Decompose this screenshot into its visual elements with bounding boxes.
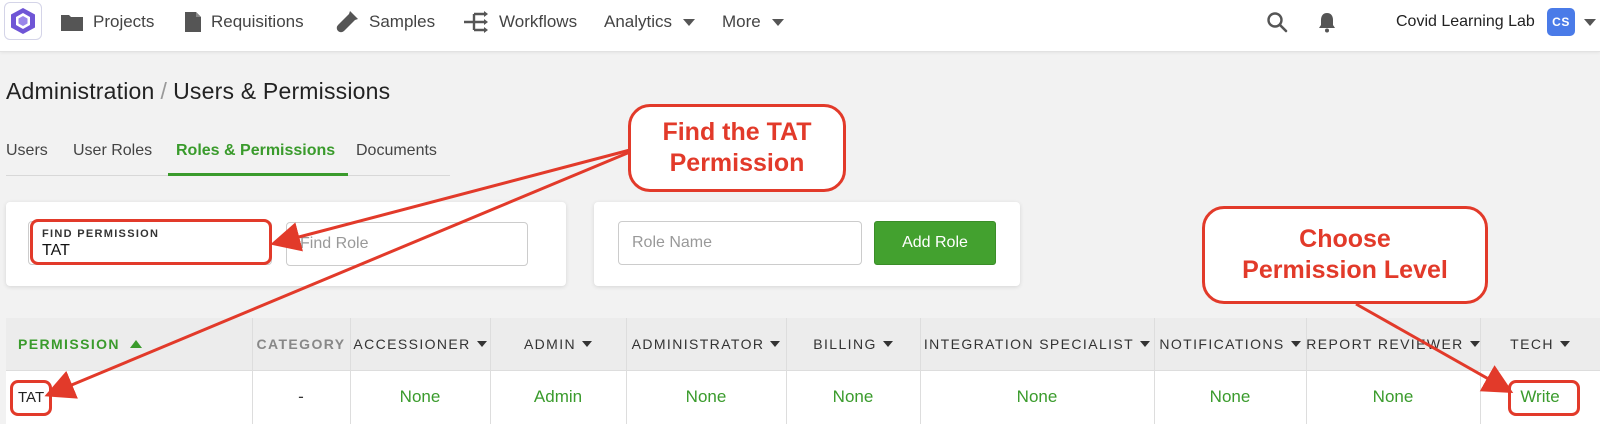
column-header-accessioner[interactable]: ACCESSIONER — [350, 318, 490, 370]
caret-down-icon — [771, 18, 784, 26]
nav-samples-label: Samples — [369, 12, 436, 31]
caret-down-icon — [882, 341, 893, 347]
caret-down-icon — [1290, 341, 1301, 347]
column-header-accessioner-label: ACCESSIONER — [353, 336, 471, 352]
workflow-icon — [464, 11, 488, 33]
column-header-integration-specialist[interactable]: INTEGRATION SPECIALIST — [920, 318, 1154, 370]
hexagon-logo-icon — [11, 8, 35, 34]
callout-find-tat-line1: Find the TAT — [662, 118, 812, 146]
nav-more-label: More — [722, 12, 761, 31]
caret-down-icon — [1469, 341, 1480, 347]
caret-down-icon — [1140, 341, 1151, 347]
role-name-input[interactable]: Role Name — [618, 221, 862, 265]
nav-workflows[interactable]: Workflows — [462, 0, 577, 44]
callout-find-tat-permission: Find the TAT Permission — [628, 104, 846, 192]
caret-down-icon — [476, 341, 487, 347]
top-navigation-bar: Projects Requisitions Samples Workflows … — [0, 0, 1600, 52]
find-role-input[interactable]: Find Role — [286, 222, 528, 266]
tab-user-roles[interactable]: User Roles — [73, 142, 152, 160]
breadcrumb-separator: / — [160, 78, 168, 104]
nav-projects[interactable]: Projects — [60, 0, 154, 44]
highlight-tech-write — [1508, 380, 1580, 416]
column-header-billing-label: BILLING — [813, 336, 877, 352]
column-header-category: CATEGORY — [252, 318, 350, 370]
column-header-administrator[interactable]: ADMINISTRATOR — [626, 318, 786, 370]
column-header-category-label: CATEGORY — [256, 336, 346, 352]
nav-samples[interactable]: Samples — [334, 0, 435, 44]
callout-choose-line2: Permission Level — [1242, 256, 1448, 284]
breadcrumb-section[interactable]: Administration — [6, 78, 155, 104]
cell-admin-level[interactable]: Admin — [490, 370, 626, 424]
column-header-tech-label: TECH — [1510, 336, 1554, 352]
caret-down-icon — [770, 341, 781, 347]
nav-analytics-label: Analytics — [604, 12, 673, 31]
add-role-button[interactable]: Add Role — [874, 221, 996, 265]
breadcrumb-page: Users & Permissions — [173, 78, 391, 104]
folder-icon — [61, 15, 83, 31]
app-logo[interactable] — [4, 2, 42, 40]
caret-down-icon — [582, 341, 593, 347]
bell-icon[interactable] — [1315, 10, 1339, 34]
cell-report-reviewer-level[interactable]: None — [1306, 370, 1480, 424]
column-header-admin[interactable]: ADMIN — [490, 318, 626, 370]
cell-accessioner-level[interactable]: None — [350, 370, 490, 424]
nav-workflows-label: Workflows — [499, 12, 578, 31]
column-header-billing[interactable]: BILLING — [786, 318, 920, 370]
column-header-tech[interactable]: TECH — [1480, 318, 1600, 370]
caret-down-icon — [1559, 341, 1570, 347]
highlight-find-permission — [30, 219, 272, 265]
nav-more-dropdown[interactable]: More — [722, 0, 784, 44]
nav-requisitions[interactable]: Requisitions — [184, 0, 304, 44]
tab-users[interactable]: Users — [6, 142, 48, 160]
callout-choose-permission-level: Choose Permission Level — [1202, 206, 1488, 304]
column-header-permission[interactable]: PERMISSION — [6, 318, 252, 370]
nav-requisitions-label: Requisitions — [211, 12, 304, 31]
document-icon — [185, 12, 201, 32]
breadcrumb: Administration / Users & Permissions — [6, 78, 390, 105]
user-avatar[interactable]: CS — [1547, 8, 1575, 36]
column-header-report-reviewer[interactable]: REPORT REVIEWER — [1306, 318, 1480, 370]
column-header-permission-label: PERMISSION — [18, 336, 120, 352]
search-icon[interactable] — [1265, 10, 1289, 34]
lab-name[interactable]: Covid Learning Lab — [1396, 0, 1535, 44]
permissions-table: PERMISSION CATEGORY ACCESSIONER ADMIN AD… — [6, 318, 1600, 424]
sort-ascending-icon — [129, 340, 142, 348]
nav-projects-label: Projects — [93, 12, 155, 31]
column-header-report-reviewer-label: REPORT REVIEWER — [1306, 336, 1464, 352]
column-header-administrator-label: ADMINISTRATOR — [631, 336, 765, 352]
admin-tabs: Users User Roles Roles & Permissions Doc… — [6, 130, 450, 176]
cell-integration-specialist-level[interactable]: None — [920, 370, 1154, 424]
nav-analytics-dropdown[interactable]: Analytics — [604, 0, 696, 44]
column-header-notifications[interactable]: NOTIFICATIONS — [1154, 318, 1306, 370]
cell-administrator-level[interactable]: None — [626, 370, 786, 424]
highlight-tat-permission — [10, 380, 52, 416]
caret-down-icon — [683, 18, 696, 26]
callout-choose-line1: Choose — [1299, 225, 1391, 253]
callout-find-tat-line2: Permission — [669, 149, 805, 177]
column-header-integration-specialist-label: INTEGRATION SPECIALIST — [923, 336, 1135, 352]
tab-documents[interactable]: Documents — [356, 142, 437, 160]
cell-category: - — [298, 387, 304, 406]
cell-notifications-level[interactable]: None — [1154, 370, 1306, 424]
active-tab-indicator — [168, 173, 348, 176]
cell-billing-level[interactable]: None — [786, 370, 920, 424]
column-header-notifications-label: NOTIFICATIONS — [1159, 336, 1285, 352]
column-header-admin-label: ADMIN — [523, 336, 577, 352]
tab-roles-permissions[interactable]: Roles & Permissions — [176, 142, 335, 160]
account-caret-down-icon[interactable] — [1584, 19, 1596, 26]
test-tube-icon — [336, 11, 358, 33]
